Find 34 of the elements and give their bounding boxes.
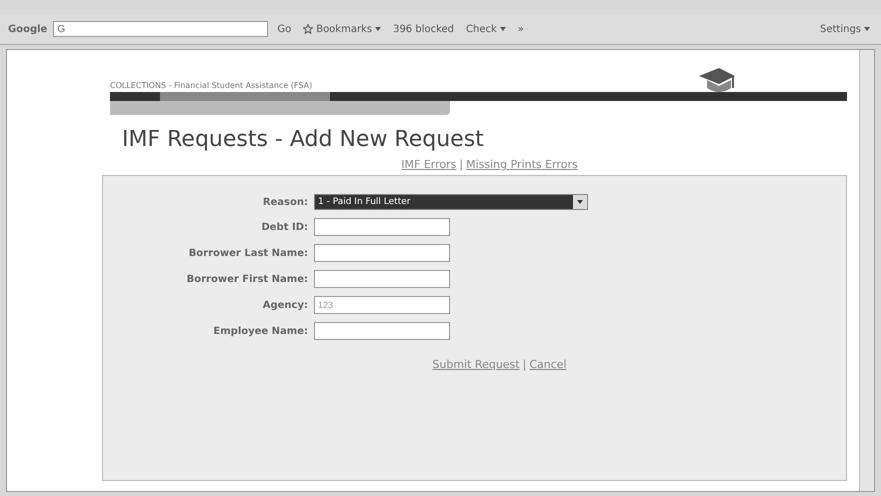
caret-icon	[375, 27, 382, 31]
field-label: Borrower First Name:	[186, 274, 308, 284]
more-button[interactable]: »	[514, 22, 527, 36]
action-link[interactable]: Submit Request	[432, 358, 520, 371]
nav-link[interactable]: IMF Errors	[401, 158, 456, 171]
input-field[interactable]: 123	[314, 296, 450, 314]
settings-button[interactable]: Settings	[816, 22, 873, 36]
bookmarks-button[interactable]: Bookmarks	[300, 22, 384, 36]
input-field[interactable]	[314, 322, 450, 340]
input-field[interactable]	[314, 218, 450, 236]
input-field[interactable]	[314, 244, 450, 262]
popup-blocker-button[interactable]: 396 blocked	[390, 22, 458, 36]
reason-dropdown[interactable]: 1 - Paid In Full Letter	[314, 194, 588, 210]
field-label: Debt ID:	[260, 222, 308, 232]
action-link[interactable]: Cancel	[529, 358, 567, 371]
caret-icon	[500, 27, 506, 31]
field-label: Reason:	[262, 196, 308, 208]
link-separator: |	[522, 358, 526, 371]
spell-check-button[interactable]: Check	[463, 22, 509, 36]
go-button[interactable]: Go	[274, 22, 294, 36]
page-title: IMF Requests - Add New Request	[122, 127, 485, 152]
caret-icon	[864, 27, 870, 31]
caret-icon	[577, 200, 583, 204]
input-field[interactable]	[314, 270, 450, 288]
scrollbar[interactable]	[859, 50, 874, 491]
nav-link[interactable]: Missing Prints Errors	[466, 158, 578, 171]
google-logo: Google	[8, 24, 48, 34]
site-title: COLLECTIONS - Financial Student Assistance (FSA)	[110, 81, 312, 90]
field-label: Agency:	[262, 300, 308, 310]
field-label: Employee Name:	[212, 326, 308, 336]
search-field[interactable]: G	[53, 21, 268, 37]
link-separator: |	[459, 158, 464, 171]
field-label: Borrower Last Name:	[188, 248, 308, 258]
star-icon	[303, 24, 314, 34]
